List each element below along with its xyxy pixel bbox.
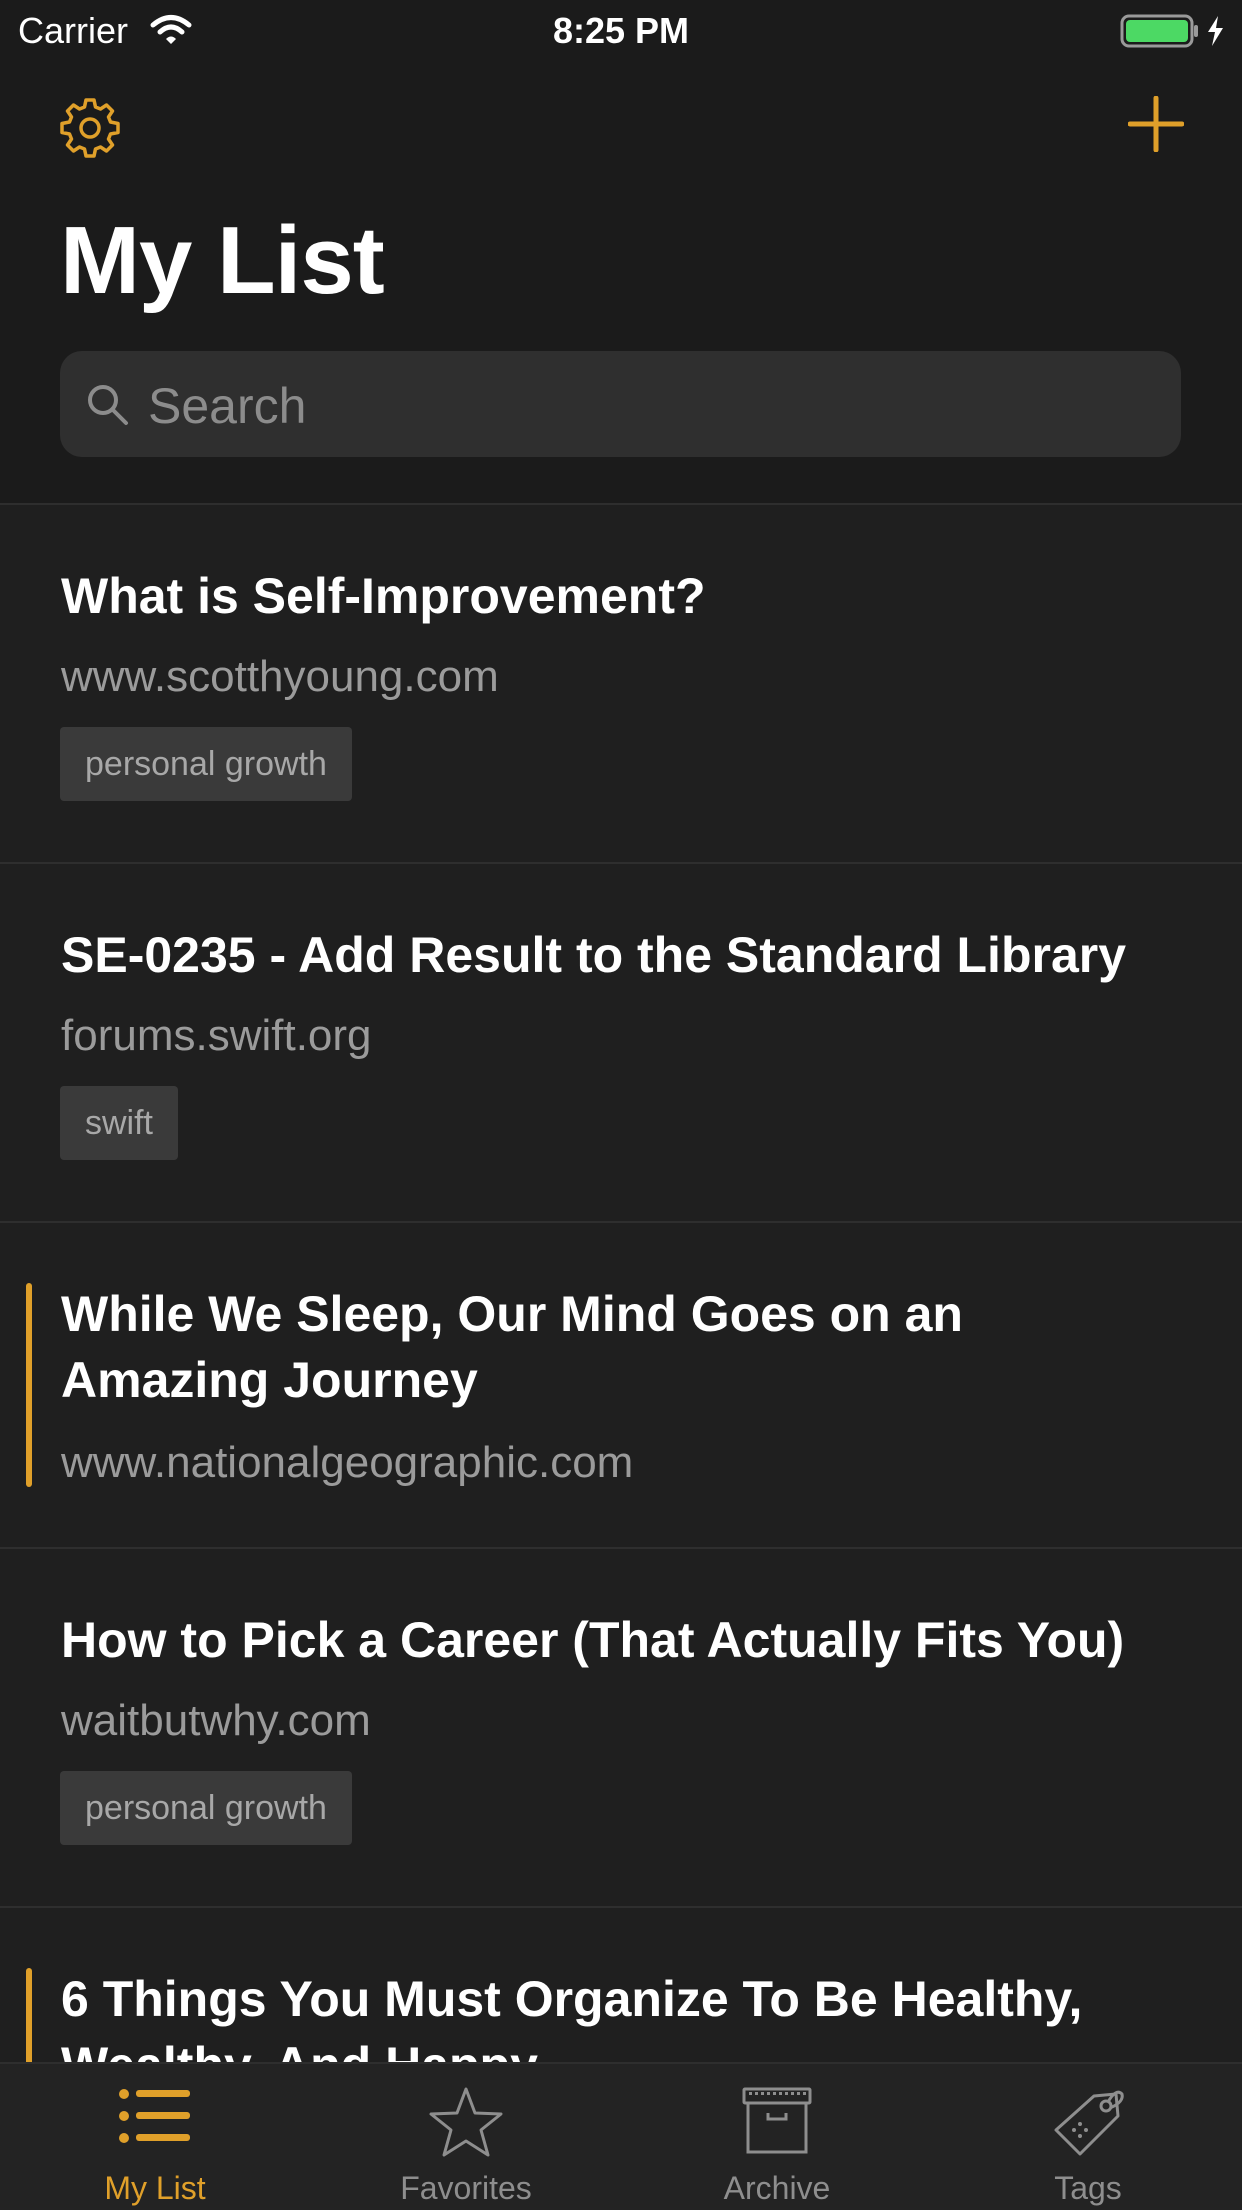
- search-input[interactable]: Search: [60, 351, 1181, 457]
- tab-tags[interactable]: Tags: [933, 2064, 1242, 2210]
- tab-label: Favorites: [400, 2170, 532, 2206]
- search-icon: [84, 381, 132, 434]
- tag-icon: [933, 2086, 1242, 2163]
- tab-bar: My List Favorites Archive Tags: [0, 2062, 1242, 2210]
- reading-list: What is Self-Improvement? www.scotthyoun…: [0, 505, 1242, 2210]
- tab-label: My List: [104, 2170, 206, 2206]
- list-item[interactable]: How to Pick a Career (That Actually Fits…: [0, 1549, 1242, 1908]
- item-title: How to Pick a Career (That Actually Fits…: [61, 1612, 1125, 1668]
- list-item[interactable]: What is Self-Improvement? www.scotthyoun…: [0, 505, 1242, 864]
- tab-archive[interactable]: Archive: [622, 2064, 932, 2210]
- tag-badge[interactable]: personal growth: [60, 1771, 352, 1845]
- list-item[interactable]: While We Sleep, Our Mind Goes on an Amaz…: [0, 1223, 1242, 1549]
- item-url: forums.swift.org: [61, 1011, 372, 1060]
- header: Carrier 8:25 PM My List Search: [0, 0, 1242, 505]
- battery-icon: [1120, 14, 1230, 53]
- plus-icon[interactable]: [1127, 95, 1185, 157]
- unread-indicator: [26, 1283, 32, 1487]
- tab-label: Archive: [723, 2170, 831, 2206]
- item-url: www.nationalgeographic.com: [61, 1438, 634, 1487]
- item-title: What is Self-Improvement?: [61, 568, 706, 624]
- tab-label: Tags: [1054, 2170, 1122, 2206]
- gear-icon[interactable]: [58, 96, 122, 165]
- item-title: While We Sleep, Our Mind Goes on an Amaz…: [61, 1286, 963, 1408]
- status-bar: Carrier 8:25 PM: [0, 0, 1242, 62]
- tab-my-list[interactable]: My List: [0, 2064, 310, 2210]
- item-title: SE-0235 - Add Result to the Standard Lib…: [61, 927, 1127, 983]
- status-time: 8:25 PM: [552, 10, 690, 51]
- list-item[interactable]: SE-0235 - Add Result to the Standard Lib…: [0, 864, 1242, 1223]
- item-url: www.scotthyoung.com: [61, 652, 499, 701]
- star-icon: [311, 2086, 621, 2163]
- page-title: My List: [60, 207, 385, 314]
- item-url: waitbutwhy.com: [61, 1696, 371, 1745]
- list-icon: [0, 2086, 310, 2151]
- tag-badge[interactable]: personal growth: [60, 727, 352, 801]
- search-placeholder: Search: [148, 378, 307, 434]
- tab-favorites[interactable]: Favorites: [311, 2064, 621, 2210]
- tag-badge[interactable]: swift: [60, 1086, 178, 1160]
- archive-box-icon: [622, 2086, 932, 2161]
